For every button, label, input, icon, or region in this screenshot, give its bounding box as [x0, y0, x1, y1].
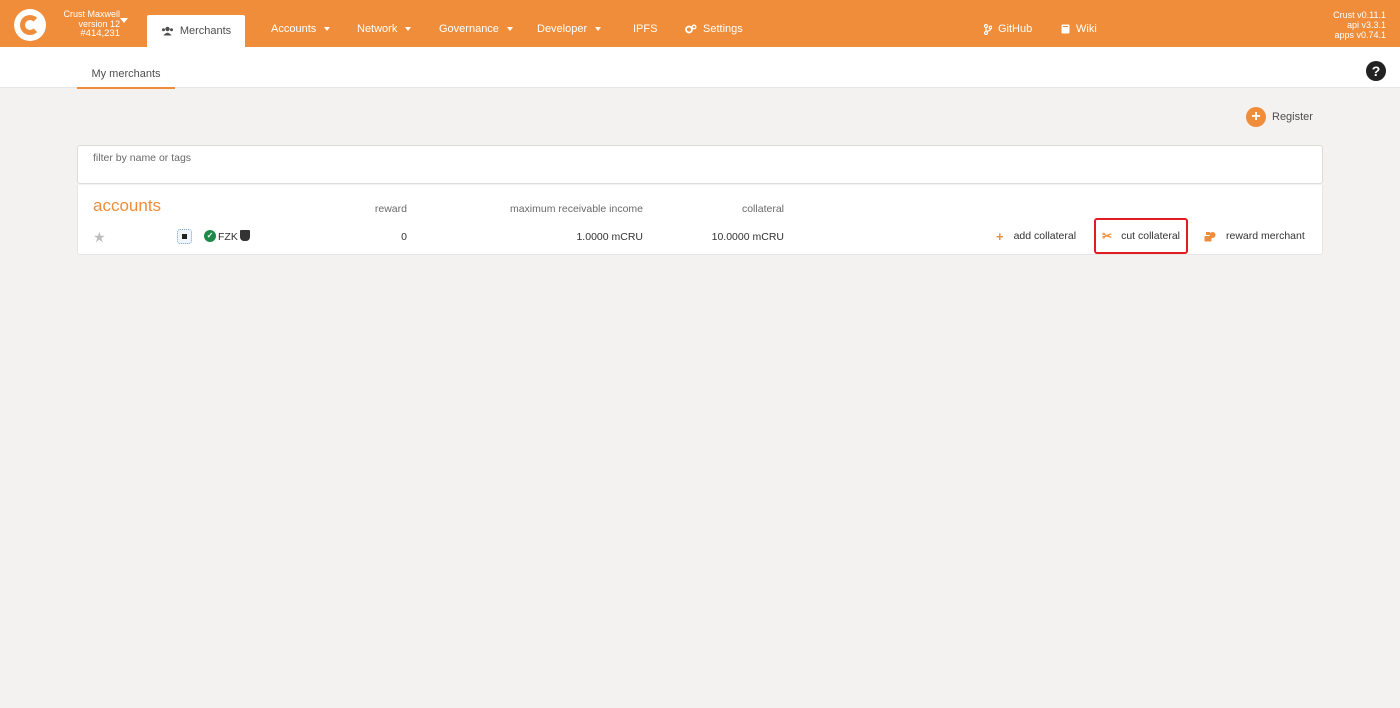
account-name[interactable]: FZK	[218, 231, 238, 243]
collateral-value: 10.0000 mCRU	[711, 231, 784, 243]
accounts-table: accounts reward maximum receivable incom…	[77, 185, 1323, 255]
book-icon	[1061, 24, 1070, 34]
chevron-down-icon	[405, 27, 412, 31]
nav-accounts[interactable]: Accounts	[271, 23, 331, 35]
chevron-down-icon	[506, 27, 513, 31]
max-income-value: 1.0000 mCRU	[576, 231, 643, 243]
identicon-icon[interactable]	[177, 229, 192, 244]
version-info: Crust v0.11.1 api v3.3.1 apps v0.74.1	[1333, 10, 1386, 40]
help-icon[interactable]: ?	[1366, 61, 1386, 81]
code-branch-icon	[984, 23, 992, 35]
plus-icon: +	[1246, 107, 1266, 127]
nav-governance[interactable]: Governance	[439, 23, 513, 35]
sub-tab-bar: My merchants ?	[0, 47, 1400, 89]
gears-icon	[685, 24, 697, 34]
github-label: GitHub	[998, 23, 1033, 35]
apps-version: apps v0.74.1	[1334, 30, 1386, 40]
star-icon[interactable]: ★	[93, 229, 106, 246]
filter-box	[77, 145, 1323, 184]
nav-network-label: Network	[357, 23, 398, 35]
header-reward: reward	[374, 203, 407, 215]
register-button[interactable]: + Register	[1246, 107, 1313, 127]
add-collateral-label: add collateral	[1013, 230, 1077, 242]
nav-accounts-label: Accounts	[271, 23, 317, 35]
github-link[interactable]: GitHub	[984, 23, 1032, 35]
wiki-label: Wiki	[1076, 23, 1097, 35]
table-title: accounts	[93, 196, 162, 215]
nav-merchants-label: Merchants	[179, 25, 232, 37]
identity-badge-icon	[240, 230, 250, 241]
nav-developer-label: Developer	[537, 23, 588, 35]
filter-input[interactable]	[93, 152, 693, 164]
reward-value: 0	[401, 231, 407, 243]
chevron-down-icon	[595, 27, 602, 31]
chevron-down-icon[interactable]	[120, 18, 128, 23]
nav-governance-label: Governance	[439, 23, 499, 35]
crust-logo-icon[interactable]	[14, 9, 46, 41]
coins-icon	[1204, 231, 1216, 241]
nav-ipfs-label: IPFS	[633, 23, 658, 35]
block-number: #414,231	[80, 28, 120, 39]
scissors-icon: ✂	[1102, 229, 1113, 243]
header-collateral: collateral	[741, 203, 784, 215]
nav-developer[interactable]: Developer	[537, 23, 602, 35]
chain-name: Crust Maxwell	[63, 9, 120, 19]
plus-icon: +	[996, 228, 1004, 244]
top-bar: Crust Maxwell version 12 #414,231 Mercha…	[0, 0, 1400, 47]
chain-selector[interactable]: Crust Maxwell version 12 #414,231	[50, 9, 120, 39]
nav-network[interactable]: Network	[357, 23, 412, 35]
nav-ipfs[interactable]: IPFS	[633, 23, 657, 35]
tab-my-merchants[interactable]: My merchants	[77, 47, 175, 89]
nav-settings[interactable]: Settings	[685, 23, 743, 35]
cut-collateral-label: cut collateral	[1121, 230, 1181, 242]
reward-merchant-button[interactable]: reward merchant	[1204, 225, 1305, 247]
nav-settings-label: Settings	[703, 23, 743, 35]
crust-version: Crust v0.11.1	[1333, 10, 1386, 20]
add-collateral-button[interactable]: + add collateral	[996, 225, 1076, 247]
reward-merchant-label: reward merchant	[1226, 230, 1305, 242]
verified-check-icon: ✓	[204, 230, 216, 242]
users-icon	[161, 26, 173, 36]
register-label: Register	[1272, 111, 1313, 123]
header-max-income: maximum receivable income	[509, 203, 643, 215]
chevron-down-icon	[324, 27, 331, 31]
api-version: api v3.3.1	[1346, 20, 1386, 30]
nav-merchants[interactable]: Merchants	[147, 15, 245, 47]
cut-collateral-button[interactable]: ✂ cut collateral	[1094, 218, 1188, 254]
wiki-link[interactable]: Wiki	[1061, 23, 1097, 35]
